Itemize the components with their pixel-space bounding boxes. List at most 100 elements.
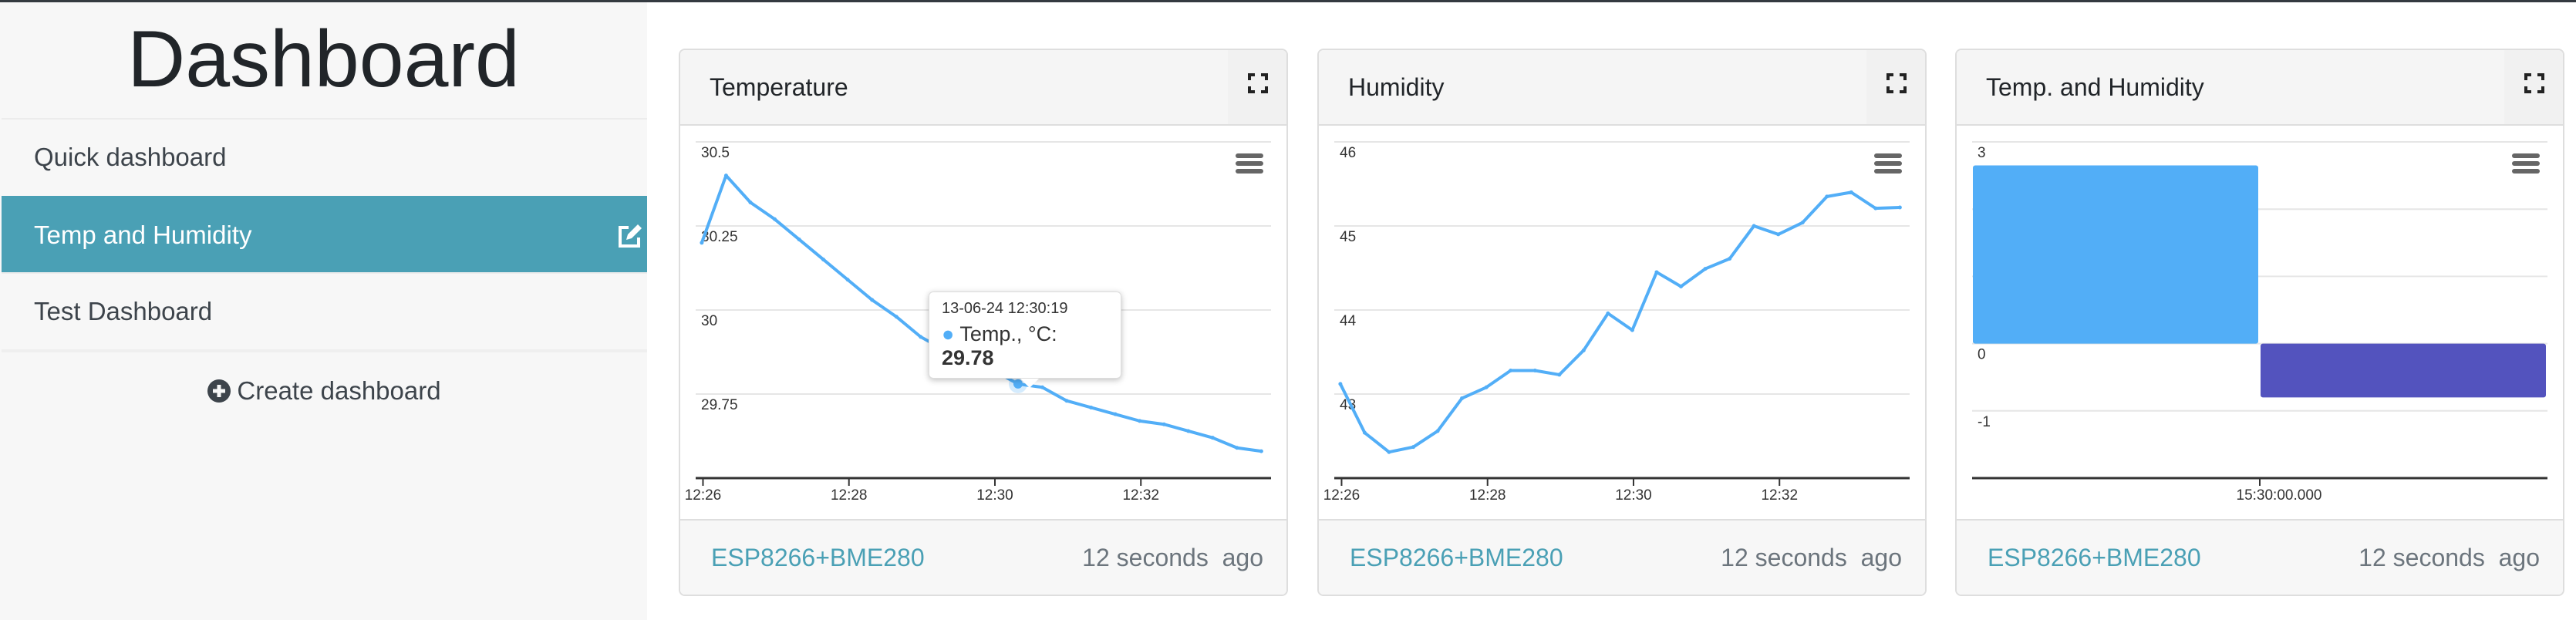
data-point <box>1089 405 1094 409</box>
data-point <box>1064 399 1069 403</box>
x-tick-label: 12:26 <box>685 487 722 504</box>
last-updated: 12 seconds ago <box>2359 544 2540 571</box>
expand-button[interactable] <box>2504 50 2563 124</box>
data-point <box>1557 372 1562 377</box>
y-tick-label: 0 <box>1978 347 1986 363</box>
data-point <box>700 241 704 245</box>
x-tick-label: 12:30 <box>976 487 1013 504</box>
card-header: Humidity <box>1319 50 1925 126</box>
y-tick-label: 3 <box>1978 145 1986 161</box>
device-link[interactable]: ESP8266+BME280 <box>1350 544 1563 572</box>
data-point <box>1630 328 1634 332</box>
expand-button[interactable] <box>1866 50 1925 124</box>
data-point <box>1752 224 1756 228</box>
bar <box>2261 343 2546 398</box>
data-point <box>1728 257 1732 261</box>
y-tick-label: 44 <box>1340 313 1357 329</box>
x-tick-label: 12:30 <box>1615 487 1652 504</box>
y-tick-label: -1 <box>1978 414 1991 430</box>
data-point <box>1338 382 1343 386</box>
fullscreen-icon <box>2524 73 2544 93</box>
data-point <box>1435 429 1440 433</box>
bar <box>1973 165 2258 344</box>
sidebar: Dashboard Quick dashboard Temp and Humid… <box>0 2 647 620</box>
chart-menu-icon[interactable] <box>1236 153 1263 175</box>
series-line <box>1339 190 1900 454</box>
data-point <box>1509 368 1513 372</box>
data-point <box>1259 449 1263 453</box>
data-point <box>1873 206 1878 211</box>
chart-tooltip: 13-06-24 12:30:19 ● Temp., °C: 29.78 <box>929 291 1121 388</box>
temp-humidity-bar-chart[interactable]: 3210-115:30:00.000 <box>1957 126 2563 521</box>
humidity-chart[interactable]: 4645444312:26 12:28 12:30 12:32 <box>1319 126 1925 521</box>
card-title: Temperature <box>710 73 848 101</box>
chart-area: 46 45 44 43 12:26 12:28 12:30 12:32 <box>1319 126 1925 521</box>
data-point <box>1703 267 1708 271</box>
device-link[interactable]: ESP8266+BME280 <box>711 544 925 572</box>
x-tick-label: 15:30:00.000 <box>2237 487 2322 504</box>
page-title: Dashboard <box>127 15 520 104</box>
x-tick-label: 12:32 <box>1761 487 1798 504</box>
data-point <box>1162 422 1166 426</box>
x-tick-label: 12:32 <box>1122 487 1159 504</box>
data-point <box>1210 436 1215 440</box>
data-point <box>1581 348 1586 352</box>
device-link[interactable]: ESP8266+BME280 <box>1988 544 2201 572</box>
data-point <box>723 174 728 178</box>
y-tick-label: 45 <box>1340 229 1356 245</box>
card-title: Temp. and Humidity <box>1986 73 2204 101</box>
chart-area: 3210-115:30:00.000 <box>1957 126 2563 521</box>
sidebar-item-label: Quick dashboard <box>34 142 227 171</box>
y-tick-label: 46 <box>1340 145 1356 161</box>
data-point <box>748 200 753 204</box>
widget-card-humidity: Humidity 46 45 44 43 12:26 12:28 12:30 12:32 ES… <box>1317 49 1927 596</box>
data-point <box>821 258 826 262</box>
data-point <box>1897 205 1902 210</box>
tooltip-value: 29.78 <box>942 346 994 369</box>
chart-menu-icon[interactable] <box>1874 153 1902 175</box>
data-point <box>1606 311 1610 315</box>
data-point <box>1776 232 1781 237</box>
data-point <box>1678 284 1683 288</box>
fullscreen-icon <box>1248 73 1268 93</box>
data-point <box>1484 385 1489 389</box>
data-point <box>773 217 777 221</box>
last-updated: 12 seconds ago <box>1082 544 1263 571</box>
expand-button[interactable] <box>1228 50 1286 124</box>
widget-card-temperature: Temperature 30.5 30.25 30 29.75 12:26 12:28 12… <box>679 49 1288 596</box>
data-point <box>1138 419 1142 423</box>
card-header: Temperature <box>680 50 1286 126</box>
sidebar-item-temp-and-humidity[interactable]: Temp and Humidity <box>2 196 647 272</box>
data-point <box>1800 221 1805 225</box>
widget-card-temp-and-humidity: Temp. and Humidity 3210-115:30:00.000 ES… <box>1955 49 2564 596</box>
data-point <box>1460 396 1465 400</box>
data-point <box>1040 385 1044 389</box>
plus-circle-icon <box>207 379 231 403</box>
x-tick-label: 12:28 <box>1469 487 1506 504</box>
data-point <box>845 278 850 282</box>
card-footer: ESP8266+BME280 12 seconds ago <box>1319 519 1925 595</box>
data-point <box>1362 430 1367 435</box>
data-point <box>1532 368 1537 372</box>
chart-area: 30.5 30.25 30 29.75 12:26 12:28 12:30 12:32 13-… <box>680 126 1286 521</box>
data-point <box>1849 190 1853 194</box>
chart-menu-icon[interactable] <box>2512 153 2540 175</box>
data-point <box>797 237 801 241</box>
data-point <box>1387 450 1391 454</box>
data-point <box>870 298 875 302</box>
data-point <box>919 335 923 339</box>
edit-icon[interactable] <box>616 224 642 250</box>
sidebar-item-test-dashboard[interactable]: Test Dashboard <box>2 272 647 349</box>
sidebar-item-label: Test Dashboard <box>34 296 213 325</box>
tooltip-timestamp: 13-06-24 12:30:19 <box>942 300 1068 317</box>
data-point <box>1186 429 1191 433</box>
data-point <box>1411 445 1416 450</box>
create-dashboard-button[interactable]: Create dashboard <box>2 349 647 430</box>
card-footer: ESP8266+BME280 12 seconds ago <box>1957 519 2563 595</box>
data-point <box>1825 194 1829 199</box>
x-tick-label: 12:26 <box>1323 487 1360 504</box>
last-updated: 12 seconds ago <box>1721 544 1902 571</box>
data-point <box>1235 446 1239 450</box>
sidebar-item-quick-dashboard[interactable]: Quick dashboard <box>2 118 647 194</box>
y-tick-label: 29.75 <box>701 397 738 413</box>
